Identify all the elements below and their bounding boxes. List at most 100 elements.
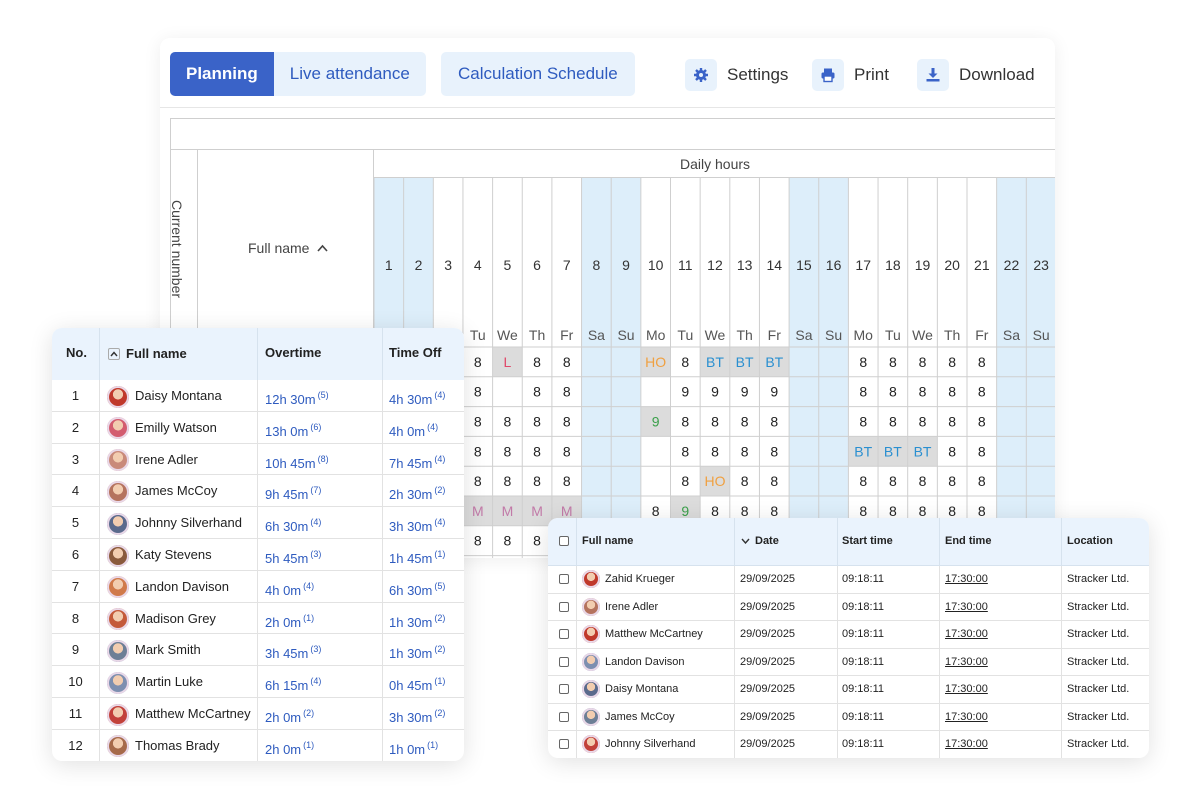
day-cell-value[interactable]: 8 bbox=[978, 354, 986, 370]
day-cell-value[interactable]: 8 bbox=[504, 443, 512, 459]
day-cell-value[interactable]: 8 bbox=[504, 414, 512, 430]
overtime-cell[interactable]: 3h 45m (3) bbox=[265, 634, 321, 666]
day-cell-value[interactable]: 8 bbox=[741, 443, 749, 459]
employee-row[interactable]: 3 Irene Adler 10h 45m (8) 7h 45m (4) bbox=[52, 443, 464, 476]
day-cell-value[interactable]: 8 bbox=[859, 503, 867, 519]
day-cell-value[interactable]: BT bbox=[914, 443, 932, 459]
day-cell-value[interactable]: 8 bbox=[533, 443, 541, 459]
attendance-row[interactable]: James McCoy 29/09/2025 09:18:11 17:30:00 Str… bbox=[548, 703, 1149, 731]
day-cell-value[interactable]: 8 bbox=[770, 503, 778, 519]
day-cell-value[interactable]: 9 bbox=[681, 384, 689, 400]
day-cell-value[interactable]: 8 bbox=[919, 503, 927, 519]
overtime-cell[interactable]: 12h 30m (5) bbox=[265, 380, 329, 412]
employee-row[interactable]: 7 Landon Davison 4h 0m (4) 6h 30m (5) bbox=[52, 570, 464, 603]
day-cell-value[interactable]: HO bbox=[645, 354, 666, 370]
attendance-end-time[interactable]: 17:30:00 bbox=[945, 621, 988, 649]
select-all-checkbox[interactable] bbox=[559, 536, 569, 546]
day-cell-value[interactable]: 8 bbox=[859, 473, 867, 489]
att-header-location[interactable]: Location bbox=[1067, 518, 1113, 564]
day-cell-value[interactable]: BT bbox=[884, 443, 902, 459]
day-cell-value[interactable]: 8 bbox=[563, 384, 571, 400]
day-cell-value[interactable]: 8 bbox=[889, 414, 897, 430]
attendance-end-time[interactable]: 17:30:00 bbox=[945, 676, 988, 704]
day-cell-value[interactable]: 8 bbox=[770, 473, 778, 489]
day-cell-value[interactable]: 8 bbox=[563, 443, 571, 459]
day-cell-value[interactable]: 8 bbox=[948, 354, 956, 370]
settings-button[interactable]: Settings bbox=[685, 58, 788, 92]
day-cell-value[interactable]: 8 bbox=[741, 473, 749, 489]
day-cell-value[interactable]: 8 bbox=[889, 384, 897, 400]
att-header-date[interactable]: Date bbox=[741, 518, 779, 564]
day-cell-value[interactable]: M bbox=[531, 503, 543, 519]
day-cell-value[interactable]: 9 bbox=[681, 503, 689, 519]
day-cell-value[interactable]: 8 bbox=[563, 414, 571, 430]
header-time-off[interactable]: Time Off bbox=[389, 328, 442, 380]
att-header-start-time[interactable]: Start time bbox=[842, 518, 893, 564]
time-off-cell[interactable]: 3h 30m (2) bbox=[389, 698, 445, 730]
employee-row[interactable]: 4 James McCoy 9h 45m (7) 2h 30m (2) bbox=[52, 475, 464, 508]
day-cell-value[interactable]: 8 bbox=[504, 473, 512, 489]
overtime-cell[interactable]: 10h 45m (8) bbox=[265, 444, 329, 476]
time-off-cell[interactable]: 1h 0m (1) bbox=[389, 730, 438, 761]
day-cell-value[interactable]: 9 bbox=[652, 414, 660, 430]
time-off-cell[interactable]: 1h 30m (2) bbox=[389, 603, 445, 635]
day-cell-value[interactable]: 8 bbox=[919, 473, 927, 489]
employee-row[interactable]: 8 Madison Grey 2h 0m (1) 1h 30m (2) bbox=[52, 602, 464, 635]
day-cell-value[interactable]: 8 bbox=[859, 384, 867, 400]
row-checkbox[interactable] bbox=[559, 684, 569, 694]
day-cell-value[interactable]: 9 bbox=[741, 384, 749, 400]
day-cell-value[interactable]: 8 bbox=[741, 503, 749, 519]
day-cell-value[interactable]: M bbox=[472, 503, 484, 519]
row-checkbox[interactable] bbox=[559, 574, 569, 584]
day-cell-value[interactable]: 8 bbox=[978, 384, 986, 400]
attendance-end-time[interactable]: 17:30:00 bbox=[945, 731, 988, 758]
time-off-cell[interactable]: 2h 30m (2) bbox=[389, 475, 445, 507]
day-cell-value[interactable]: 8 bbox=[652, 503, 660, 519]
day-cell-value[interactable]: HO bbox=[704, 473, 725, 489]
day-cell-value[interactable]: BT bbox=[765, 354, 783, 370]
day-cell-value[interactable]: BT bbox=[706, 354, 724, 370]
day-cell-value[interactable]: 8 bbox=[681, 473, 689, 489]
day-cell-value[interactable]: 8 bbox=[563, 473, 571, 489]
attendance-row[interactable]: Daisy Montana 29/09/2025 09:18:11 17:30:00 S… bbox=[548, 676, 1149, 704]
day-cell-value[interactable]: 8 bbox=[533, 473, 541, 489]
attendance-row[interactable]: Landon Davison 29/09/2025 09:18:11 17:30:00… bbox=[548, 648, 1149, 676]
header-full-name[interactable]: Full name bbox=[108, 328, 187, 380]
day-cell-value[interactable]: 8 bbox=[919, 354, 927, 370]
attendance-row[interactable]: Matthew McCartney 29/09/2025 09:18:11 17:30… bbox=[548, 621, 1149, 649]
att-header-full-name[interactable]: Full name bbox=[582, 518, 633, 564]
day-cell-value[interactable]: 8 bbox=[504, 533, 512, 549]
day-cell-value[interactable]: 8 bbox=[741, 414, 749, 430]
time-off-cell[interactable]: 1h 30m (2) bbox=[389, 634, 445, 666]
time-off-cell[interactable]: 0h 45m (1) bbox=[389, 666, 445, 698]
day-cell-value[interactable]: 8 bbox=[889, 473, 897, 489]
employee-row[interactable]: 1 Daisy Montana 12h 30m (5) 4h 30m (4) bbox=[52, 380, 464, 412]
tab-calculation-schedule[interactable]: Calculation Schedule bbox=[441, 52, 635, 96]
day-cell-value[interactable]: 8 bbox=[948, 503, 956, 519]
time-off-cell[interactable]: 4h 0m (4) bbox=[389, 412, 438, 444]
download-button[interactable]: Download bbox=[917, 58, 1035, 92]
att-header-end-time[interactable]: End time bbox=[945, 518, 991, 564]
tab-planning[interactable]: Planning bbox=[170, 52, 274, 96]
overtime-cell[interactable]: 13h 0m (6) bbox=[265, 412, 321, 444]
overtime-cell[interactable]: 2h 0m (2) bbox=[265, 698, 314, 730]
tab-live-attendance[interactable]: Live attendance bbox=[274, 52, 426, 96]
day-cell-value[interactable]: BT bbox=[736, 354, 754, 370]
day-cell-value[interactable]: 8 bbox=[711, 414, 719, 430]
overtime-cell[interactable]: 6h 15m (4) bbox=[265, 666, 321, 698]
day-cell-value[interactable]: 8 bbox=[859, 354, 867, 370]
day-cell-value[interactable]: 8 bbox=[533, 414, 541, 430]
row-checkbox[interactable] bbox=[559, 629, 569, 639]
day-cell-value[interactable]: M bbox=[502, 503, 514, 519]
row-checkbox[interactable] bbox=[559, 711, 569, 722]
overtime-cell[interactable]: 6h 30m (4) bbox=[265, 507, 321, 539]
day-cell-value[interactable]: 8 bbox=[474, 533, 482, 549]
day-cell-value[interactable]: 8 bbox=[681, 443, 689, 459]
employee-row[interactable]: 12 Thomas Brady 2h 0m (1) 1h 0m (1) bbox=[52, 729, 464, 761]
employee-row[interactable]: 10 Martin Luke 6h 15m (4) 0h 45m (1) bbox=[52, 666, 464, 698]
attendance-end-time[interactable]: 17:30:00 bbox=[945, 594, 988, 622]
overtime-cell[interactable]: 9h 45m (7) bbox=[265, 475, 321, 507]
day-cell-value[interactable]: 8 bbox=[859, 414, 867, 430]
day-cell-value[interactable]: 8 bbox=[474, 414, 482, 430]
row-checkbox[interactable] bbox=[559, 656, 569, 667]
